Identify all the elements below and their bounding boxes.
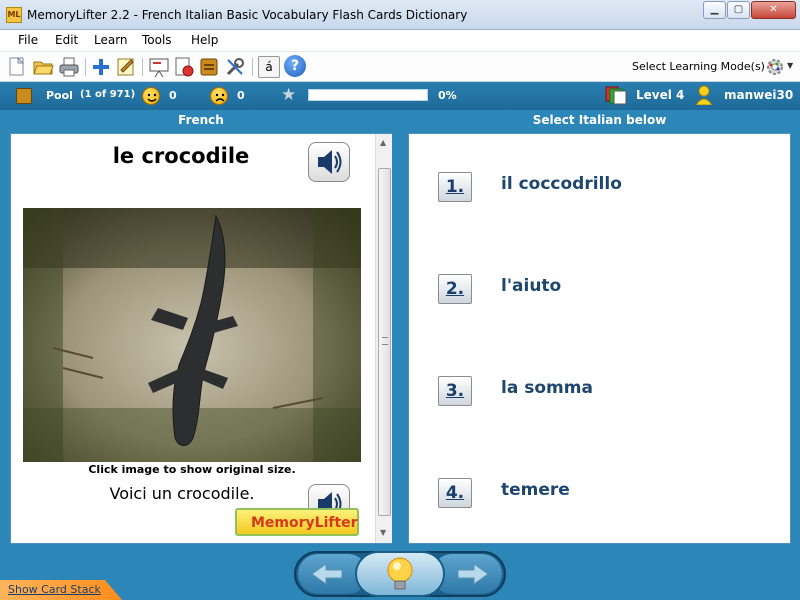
progress-bar bbox=[308, 89, 428, 101]
answer-1-button[interactable]: 1. bbox=[438, 172, 472, 202]
menu-learn[interactable]: Learn bbox=[94, 33, 128, 47]
question-audio-button[interactable] bbox=[308, 142, 350, 182]
question-panel: le crocodile Click image to show origina… bbox=[10, 133, 392, 544]
chevron-down-icon[interactable]: ▼ bbox=[787, 61, 793, 70]
window-title: MemoryLifter 2.2 - French Italian Basic … bbox=[27, 8, 468, 22]
image-caption: Click image to show original size. bbox=[88, 463, 296, 476]
toolbar-separator bbox=[85, 58, 86, 76]
scroll-up-icon[interactable]: ▲ bbox=[380, 138, 386, 147]
level-text: Level 4 bbox=[636, 88, 685, 102]
toolbar-separator bbox=[142, 58, 143, 76]
pool-icon bbox=[16, 88, 32, 104]
learning-mode-label[interactable]: Select Learning Mode(s) bbox=[632, 60, 765, 73]
answer-4-button[interactable]: 4. bbox=[438, 478, 472, 508]
example-sentence: Voici un crocodile. bbox=[109, 484, 255, 503]
settings-icon[interactable] bbox=[224, 56, 246, 78]
happy-count: 0 bbox=[169, 89, 177, 102]
hint-button[interactable] bbox=[355, 551, 445, 597]
progress-text: 0% bbox=[438, 89, 457, 102]
menu-help[interactable]: Help bbox=[191, 33, 218, 47]
star-icon: ★ bbox=[281, 85, 297, 105]
scroll-down-icon[interactable]: ▼ bbox=[380, 528, 386, 537]
maximize-button[interactable]: ▢ bbox=[727, 1, 750, 19]
menu-tools[interactable]: Tools bbox=[142, 33, 172, 47]
minimize-button[interactable]: ▁ bbox=[703, 1, 726, 19]
memorylifter-logo: MemoryLifter bbox=[235, 508, 359, 536]
sad-count: 0 bbox=[237, 89, 245, 102]
gear-icon[interactable] bbox=[764, 56, 786, 78]
toolbar-separator bbox=[252, 58, 253, 76]
menu-edit[interactable]: Edit bbox=[55, 33, 78, 47]
menu-file[interactable]: File bbox=[18, 33, 38, 47]
answer-2-button[interactable]: 2. bbox=[438, 274, 472, 304]
open-icon[interactable] bbox=[32, 56, 54, 78]
add-icon[interactable] bbox=[90, 56, 112, 78]
answer-4-text[interactable]: temere bbox=[501, 480, 570, 500]
character-icon[interactable]: á bbox=[258, 56, 280, 78]
question-word: le crocodile bbox=[112, 144, 250, 168]
media-icon[interactable] bbox=[173, 56, 195, 78]
answer-2-text[interactable]: l'aiuto bbox=[501, 276, 561, 296]
edit-icon[interactable] bbox=[115, 56, 137, 78]
pool-label: Pool bbox=[46, 89, 73, 102]
answer-1-text[interactable]: il coccodrillo bbox=[501, 174, 622, 194]
show-card-stack-link[interactable]: Show Card Stack bbox=[8, 583, 101, 596]
speaker-icon bbox=[318, 150, 342, 174]
app-icon: ML bbox=[6, 7, 22, 23]
new-icon[interactable] bbox=[6, 56, 28, 78]
happy-face-icon bbox=[142, 87, 160, 105]
answer-3-text[interactable]: la somma bbox=[501, 378, 593, 398]
user-name: manwei30 bbox=[724, 88, 794, 102]
question-scrollbar[interactable]: ▲ ▼ bbox=[375, 134, 392, 543]
answer-panel: 1. il coccodrillo 2. l'aiuto 3. la somma… bbox=[408, 133, 791, 544]
scroll-thumb[interactable] bbox=[378, 168, 391, 516]
answer-header: Select Italian below bbox=[532, 113, 667, 127]
slideshow-icon[interactable] bbox=[148, 56, 170, 78]
user-icon bbox=[695, 85, 713, 106]
level-icon bbox=[605, 85, 627, 105]
crocodile-image[interactable] bbox=[23, 208, 361, 462]
lightbulb-icon bbox=[387, 557, 413, 590]
print2-icon[interactable] bbox=[198, 56, 220, 78]
help-icon[interactable]: ? bbox=[284, 55, 306, 77]
print-icon[interactable] bbox=[58, 56, 80, 78]
sad-face-icon bbox=[210, 87, 228, 105]
close-button[interactable]: ✕ bbox=[751, 1, 796, 19]
answer-3-button[interactable]: 3. bbox=[438, 376, 472, 406]
pool-count: (1 of 971) bbox=[80, 89, 136, 100]
grip-icon bbox=[382, 337, 388, 345]
question-header: French bbox=[178, 113, 224, 127]
